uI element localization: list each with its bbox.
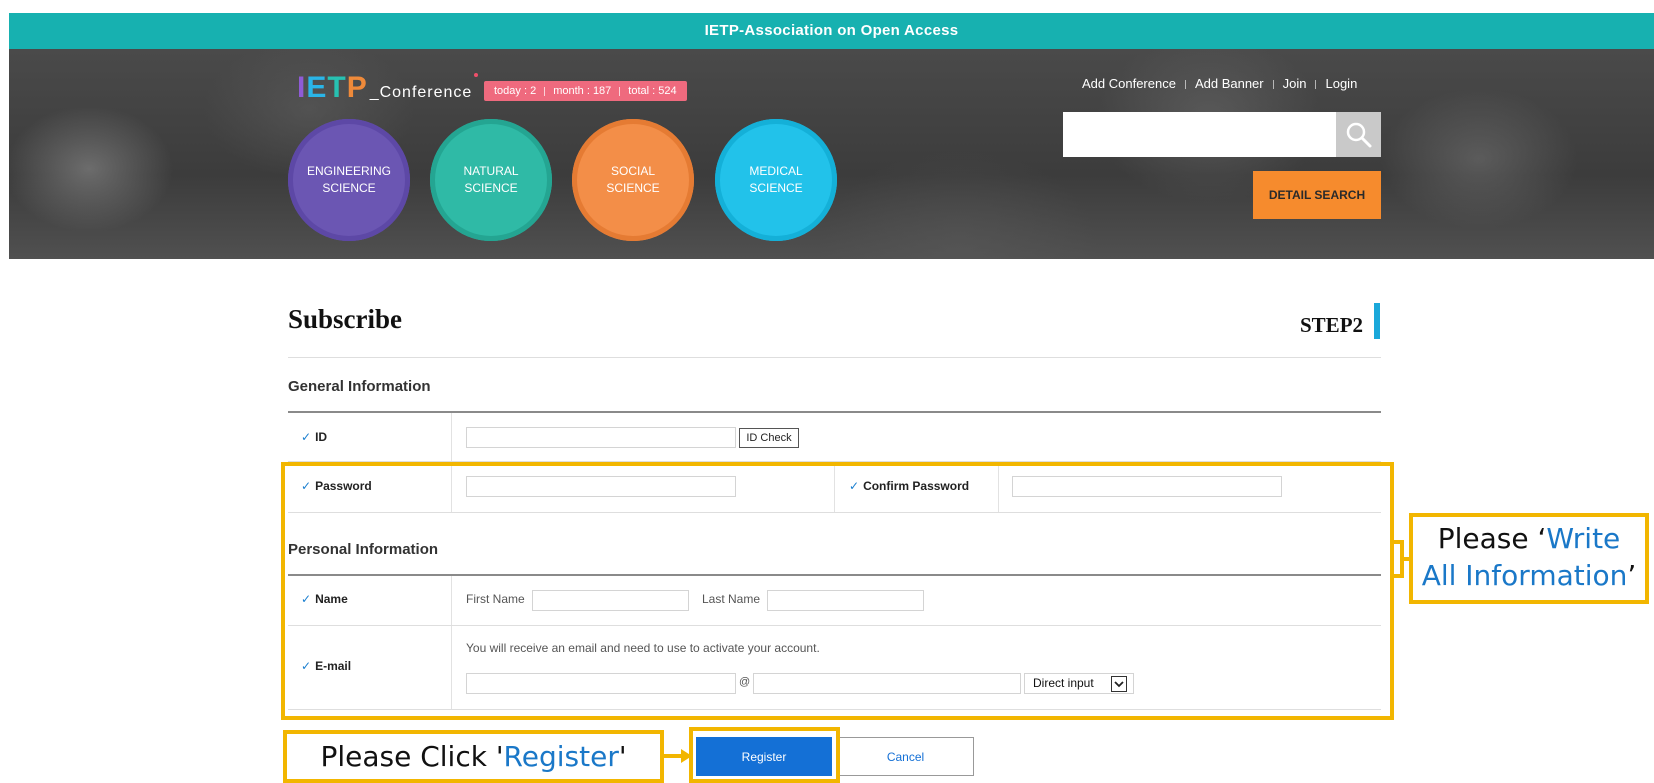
search-input[interactable] <box>1063 112 1336 157</box>
category-label: NATURAL <box>463 164 519 178</box>
category-label: SCIENCE <box>322 181 376 195</box>
category-engineering-science[interactable]: ENGINEERING SCIENCE <box>288 119 410 241</box>
search-icon <box>1346 122 1371 147</box>
logo-letter: I <box>297 71 307 104</box>
join-link[interactable]: Join <box>1283 76 1307 91</box>
category-label: MEDICAL <box>749 164 803 178</box>
category-label: SCIENCE <box>606 181 660 195</box>
login-link[interactable]: Login <box>1325 76 1357 91</box>
detail-search-button[interactable]: DETAIL SEARCH <box>1253 171 1381 219</box>
divider <box>288 357 1381 358</box>
category-label: SOCIAL <box>610 164 655 178</box>
category-label: SCIENCE <box>749 181 803 195</box>
logo-letter: T <box>327 71 347 104</box>
stats-month: month : 187 <box>553 85 612 97</box>
id-input[interactable] <box>466 427 736 448</box>
visitor-stats-badge: today : 2 month : 187 total : 524 <box>484 81 687 101</box>
category-label: ENGINEERING <box>306 164 391 178</box>
logo-letter: P <box>346 71 368 104</box>
annotation-register-text: Please Click 'Register' <box>320 740 627 773</box>
annotation-bracket <box>1394 540 1410 578</box>
top-links: Add Conference Add Banner Join Login <box>1082 76 1357 91</box>
step-indicator: STEP2 <box>1300 313 1364 337</box>
stats-total: total : 524 <box>628 85 677 97</box>
add-banner-link[interactable]: Add Banner <box>1195 76 1264 91</box>
page: IETP-Association on Open Access IETP _Con… <box>0 0 1654 783</box>
category-medical-science[interactable]: MEDICAL SCIENCE <box>715 119 837 241</box>
category-social-science[interactable]: SOCIAL SCIENCE <box>572 119 694 241</box>
site-logo[interactable]: IETP _Conference <box>297 71 479 105</box>
annotation-highlight-register <box>689 727 840 783</box>
check-icon: ✓ <box>301 430 312 444</box>
add-conference-link[interactable]: Add Conference <box>1082 76 1176 91</box>
annotation-highlight-form <box>281 462 1394 720</box>
section-general-information: General Information <box>288 378 431 395</box>
id-label: ✓ ID <box>301 430 328 444</box>
logo-suffix: _Conference <box>369 84 473 101</box>
category-label: SCIENCE <box>464 181 518 195</box>
search-button[interactable] <box>1336 112 1381 157</box>
step-accent-bar <box>1374 303 1380 339</box>
id-check-button[interactable]: ID Check <box>739 428 799 448</box>
stats-today: today : 2 <box>494 85 537 97</box>
category-natural-science[interactable]: NATURAL SCIENCE <box>430 119 552 241</box>
cancel-button[interactable]: Cancel <box>837 737 974 776</box>
site-banner-title: IETP-Association on Open Access <box>9 13 1654 49</box>
page-title: Subscribe <box>288 304 403 334</box>
logo-letter: E <box>306 71 328 104</box>
annotation-write-text: Please ‘Write All Information’ <box>1421 522 1637 592</box>
